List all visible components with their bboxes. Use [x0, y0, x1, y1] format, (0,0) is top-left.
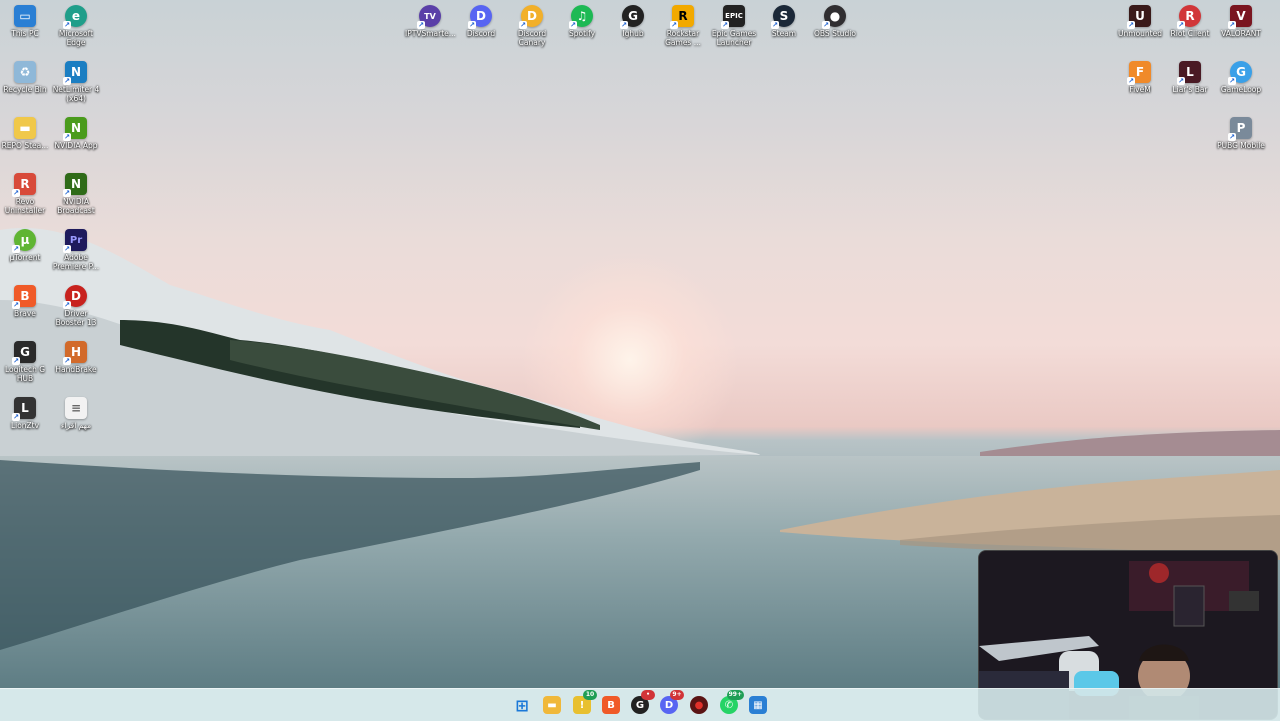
- notification-badge: 9+: [670, 690, 684, 700]
- handbrake-icon: H ↗: [63, 341, 87, 365]
- desktop-icon-revo-uninstaller[interactable]: R ↗ Revo Uninstaller: [0, 173, 50, 215]
- desktop-icon-recycle-bin[interactable]: ♻ Recycle Bin: [0, 61, 50, 94]
- desktop-icon-fivem[interactable]: F ↗ FiveM: [1115, 61, 1165, 94]
- recycle-bin-icon: ♻: [14, 61, 36, 83]
- liars-bar-icon: L ↗: [1177, 61, 1201, 85]
- desktop-icon-obs[interactable]: ● ↗ OBS Studio: [810, 5, 860, 38]
- taskbar-discord[interactable]: D 9+: [660, 690, 684, 714]
- netlimiter-icon: N ↗: [63, 61, 87, 85]
- taskbar-brave[interactable]: B: [602, 696, 620, 714]
- whatsapp-icon: ✆: [724, 699, 734, 711]
- discord-icon: D ↗: [468, 5, 492, 29]
- record-icon: ●: [694, 699, 704, 711]
- photos-icon: ▦: [753, 699, 763, 711]
- desktop-icon-microsoft-edge[interactable]: e ↗ Microsoft Edge: [51, 5, 101, 47]
- logitech-icon: G ↗: [12, 341, 36, 365]
- desktop-icon-repo-steam[interactable]: ▬ REPO Stea...: [0, 117, 50, 150]
- notification-badge: •: [641, 690, 655, 700]
- desktop-icon-brave[interactable]: B ↗ Brave: [0, 285, 50, 318]
- taskbar-notification-app[interactable]: ! 10: [573, 690, 597, 714]
- taskbar-file-explorer[interactable]: ▬: [543, 696, 561, 714]
- desktop-icon-unmounted[interactable]: U ↗ Unmounted: [1115, 5, 1165, 38]
- obs-icon: ● ↗: [822, 5, 846, 29]
- desktop-icon-gameloop[interactable]: G ↗ GameLoop: [1216, 61, 1266, 94]
- desktop-icon-ighub[interactable]: G ↗ Ighub: [608, 5, 658, 38]
- desktop-icon-arabic-file[interactable]: ≡ مهم اقراء: [51, 397, 101, 430]
- taskbar: ⊞ ▬ ! 10 B G • D 9+ ● ✆ 99+ ▦: [0, 688, 1280, 721]
- desktop-icon-epic-games[interactable]: EPIC ↗ Epic Games Launcher: [709, 5, 759, 47]
- revo-icon: R ↗: [12, 173, 36, 197]
- taskbar-whatsapp[interactable]: ✆ 99+: [720, 690, 744, 714]
- windows-logo-icon: ⊞: [515, 695, 529, 715]
- desktop-icon-handbrake[interactable]: H ↗ HandBrake: [51, 341, 101, 374]
- iptv-icon: TV ↗: [417, 5, 441, 29]
- desktop-icon-discord[interactable]: D ↗ Discord: [456, 5, 506, 38]
- riot-icon: R ↗: [1177, 5, 1201, 29]
- rockstar-icon: R ↗: [670, 5, 694, 29]
- gameloop-icon: G ↗: [1228, 61, 1252, 85]
- fivem-icon: F ↗: [1127, 61, 1151, 85]
- valorant-icon: V ↗: [1228, 5, 1252, 29]
- desktop-icon-utorrent[interactable]: µ ↗ µTorrent: [0, 229, 50, 262]
- brave-icon: B: [607, 699, 615, 711]
- desktop-icon-pubg-mobile[interactable]: P ↗ PUBG Mobile: [1216, 117, 1266, 150]
- utorrent-icon: µ ↗: [12, 229, 36, 253]
- desktop-icon-driver-booster[interactable]: D ↗ Driver Booster 13: [51, 285, 101, 327]
- desktop-icon-logitech-ghub[interactable]: G ↗ Logitech G HUB: [0, 341, 50, 383]
- desktop-icon-this-pc[interactable]: ▭ This PC: [0, 5, 50, 38]
- notification-badge: 99+: [726, 690, 744, 700]
- desktop-icon-rockstar[interactable]: R ↗ Rockstar Games ...: [658, 5, 708, 47]
- discord-icon: D: [664, 699, 674, 711]
- unmounted-icon: U ↗: [1127, 5, 1151, 29]
- brave-icon: B ↗: [12, 285, 36, 309]
- folder-icon: ▬: [14, 117, 36, 139]
- ighub-icon: G ↗: [620, 5, 644, 29]
- nvidia-broadcast-icon: N ↗: [63, 173, 87, 197]
- desktop-icon-liars-bar[interactable]: L ↗ Liar's Bar: [1165, 61, 1215, 94]
- edge-icon: e ↗: [63, 5, 87, 29]
- desktop-icon-adobe-premiere[interactable]: Pr ↗ Adobe Premiere P...: [51, 229, 101, 271]
- steam-icon: S ↗: [771, 5, 795, 29]
- desktop-icon-steam[interactable]: S ↗ Steam: [759, 5, 809, 38]
- liontv-icon: L ↗: [12, 397, 36, 421]
- ighub-icon: G: [635, 699, 645, 711]
- nvidia-icon: N ↗: [63, 117, 87, 141]
- text-file-icon: ≡: [65, 397, 87, 419]
- taskbar-record[interactable]: ●: [690, 696, 708, 714]
- notification-badge: 10: [583, 690, 597, 700]
- desktop-icon-iptv[interactable]: TV ↗ IPTVSmarte...: [405, 5, 456, 38]
- start-button[interactable]: ⊞: [513, 695, 531, 715]
- taskbar-photos[interactable]: ▦: [749, 696, 767, 714]
- desktop-icon-spotify[interactable]: ♫ ↗ Spotify: [557, 5, 607, 38]
- desktop-icon-nvidia-broadcast[interactable]: N ↗ NVIDIA Broadcast: [51, 173, 101, 215]
- bell-icon: !: [579, 699, 585, 711]
- desktop-icon-netlimiter[interactable]: N ↗ NetLimiter 4 (x64): [51, 61, 101, 103]
- taskbar-ighub[interactable]: G •: [631, 690, 655, 714]
- driver-booster-icon: D ↗: [63, 285, 87, 309]
- epic-games-icon: EPIC ↗: [721, 5, 745, 29]
- spotify-icon: ♫ ↗: [569, 5, 593, 29]
- desktop-icon-discord-canary[interactable]: D ↗ Discord Canary: [507, 5, 557, 47]
- discord-canary-icon: D ↗: [519, 5, 543, 29]
- desktop-icon-riot-client[interactable]: R ↗ Riot Client: [1165, 5, 1215, 38]
- desktop-icon-nvidia-app[interactable]: N ↗ NVIDIA App: [51, 117, 101, 150]
- computer-icon: ▭: [14, 5, 36, 27]
- folder-icon: ▬: [547, 699, 557, 711]
- pubg-icon: P ↗: [1228, 117, 1252, 141]
- premiere-icon: Pr ↗: [63, 229, 87, 253]
- desktop-icon-valorant[interactable]: V ↗ VALORANT: [1216, 5, 1266, 38]
- desktop-icon-liontv[interactable]: L ↗ LionZtv: [0, 397, 50, 430]
